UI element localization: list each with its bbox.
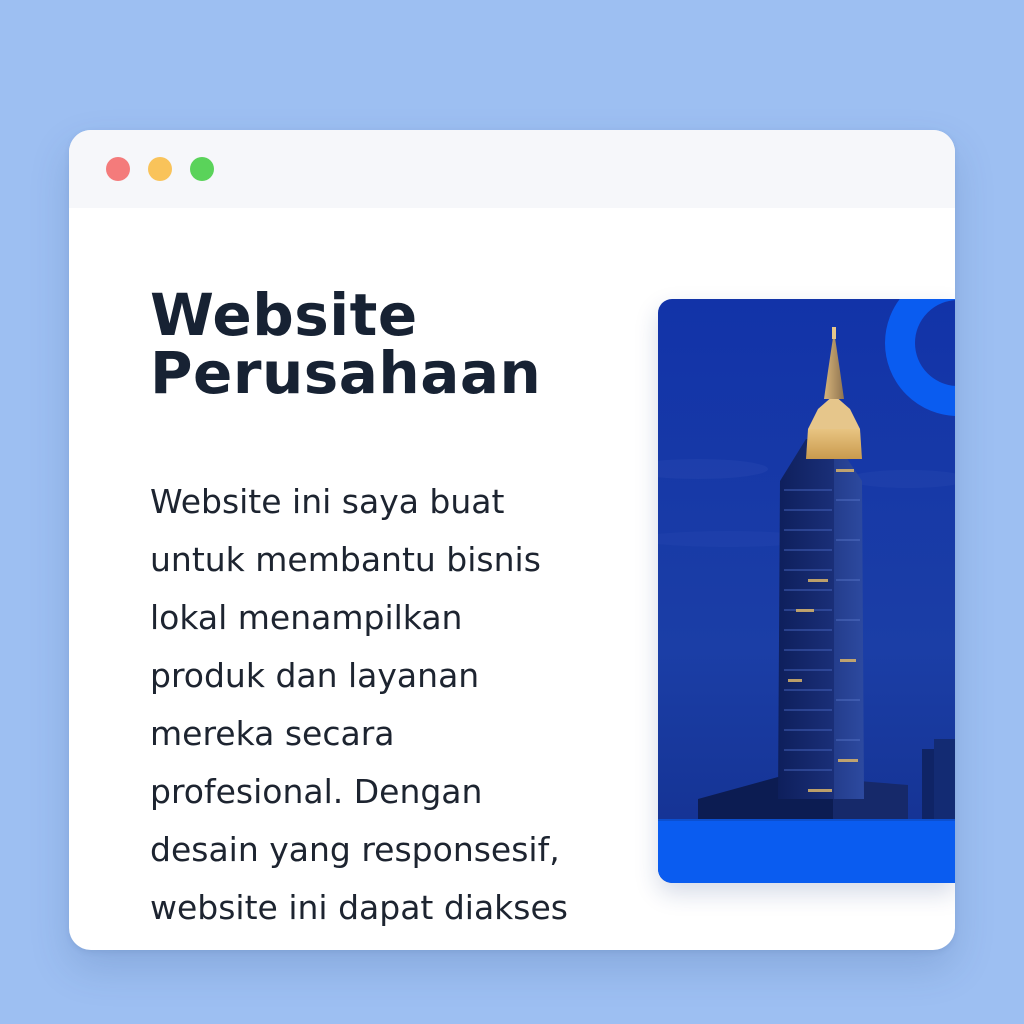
description-line: Website ini saya buat bbox=[150, 482, 505, 521]
hero-image bbox=[658, 299, 955, 883]
maximize-window-button[interactable] bbox=[190, 157, 214, 181]
description-line: produk dan layanan bbox=[150, 656, 480, 695]
description-text: Website ini saya buat untuk membantu bis… bbox=[150, 473, 620, 937]
page-title: Website Perusahaan bbox=[150, 286, 630, 402]
description-line: lokal menampilkan bbox=[150, 598, 463, 637]
description-line: website ini dapat diakses bbox=[150, 888, 568, 927]
description-line: untuk membantu bisnis bbox=[150, 540, 541, 579]
page-title-line: Perusahaan bbox=[150, 339, 542, 407]
description-line: mereka secara bbox=[150, 714, 395, 753]
page-title-line: Website bbox=[150, 281, 418, 349]
window-titlebar bbox=[69, 130, 955, 208]
browser-window: Website Perusahaan Website ini saya buat… bbox=[69, 130, 955, 950]
skyscraper-illustration bbox=[658, 299, 955, 883]
description-line: profesional. Dengan bbox=[150, 772, 483, 811]
close-window-button[interactable] bbox=[106, 157, 130, 181]
description-line: desain yang responsesif, bbox=[150, 830, 560, 869]
minimize-window-button[interactable] bbox=[148, 157, 172, 181]
